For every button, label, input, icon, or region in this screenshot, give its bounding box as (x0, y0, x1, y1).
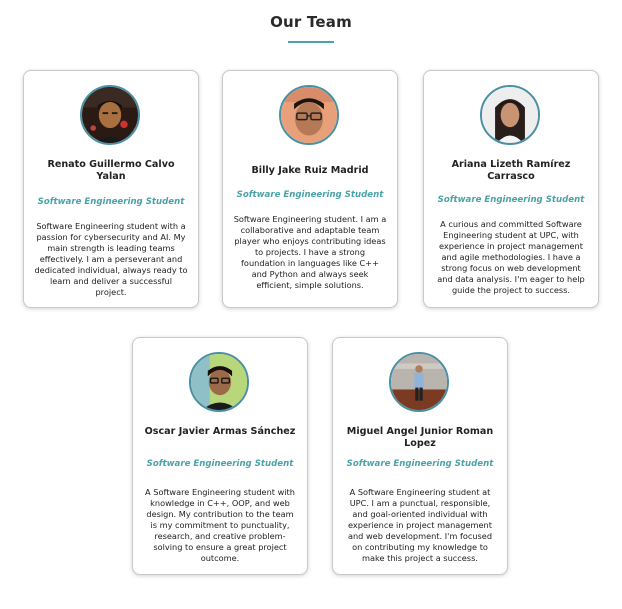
member-role: Software Engineering Student (346, 459, 494, 469)
profile-photo (189, 352, 249, 412)
member-bio: A Software Engineering student at UPC. I… (347, 487, 493, 563)
profile-photo-oscar-image (191, 354, 247, 410)
profile-photo (80, 85, 140, 145)
profile-photo-ariana-image (482, 87, 538, 143)
profile-photo-billy-image (281, 87, 337, 143)
team-card-billy: Billy Jake Ruiz Madrid Software Engineer… (222, 70, 398, 308)
member-role: Software Engineering Student (37, 197, 185, 207)
member-name: Renato Guillermo Calvo Yalan (47, 159, 175, 182)
team-card-ariana: Ariana Lizeth Ramírez Carrasco Software … (423, 70, 599, 308)
member-role: Software Engineering Student (437, 195, 585, 205)
profile-photo-renato-image (82, 87, 138, 143)
member-bio: Software Engineering student. I am a col… (233, 214, 387, 290)
team-card-miguel: Miguel Angel Junior Roman Lopez Software… (332, 337, 508, 575)
profile-photo (480, 85, 540, 145)
profile-photo (389, 352, 449, 412)
member-name: Oscar Javier Armas Sánchez (144, 426, 296, 437)
team-card-renato: Renato Guillermo Calvo Yalan Software En… (23, 70, 199, 308)
team-section: Our Team Renato Guillermo Calvo Yalan So… (0, 0, 622, 609)
member-role: Software Engineering Student (236, 190, 384, 200)
member-bio: A Software Engineering student with know… (145, 487, 295, 563)
section-title: Our Team (270, 13, 352, 31)
member-bio: Software Engineering student with a pass… (34, 221, 188, 297)
profile-photo (279, 85, 339, 145)
title-underline (288, 41, 334, 43)
member-name: Miguel Angel Junior Roman Lopez (346, 426, 494, 449)
team-card-oscar: Oscar Javier Armas Sánchez Software Engi… (132, 337, 308, 575)
member-name: Ariana Lizeth Ramírez Carrasco (451, 159, 571, 182)
member-role: Software Engineering Student (146, 459, 294, 469)
profile-photo-miguel-image (391, 354, 447, 410)
member-bio: A curious and committed Software Enginee… (437, 219, 585, 295)
member-name: Billy Jake Ruiz Madrid (251, 165, 369, 176)
